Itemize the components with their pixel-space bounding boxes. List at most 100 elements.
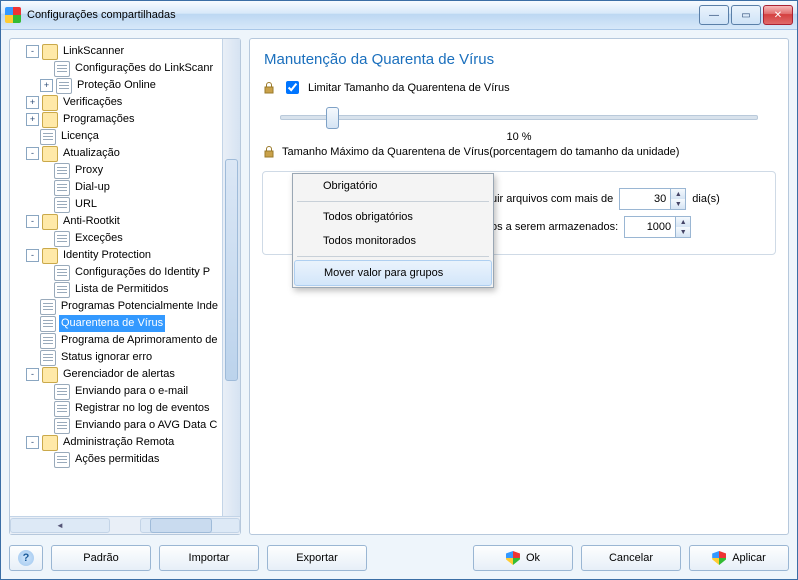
tree-item[interactable]: Configurações do Identity P (12, 264, 222, 281)
import-button[interactable]: Importar (159, 545, 259, 571)
scroll-left-button[interactable]: ◄ (10, 518, 110, 533)
tree-item[interactable]: Enviando para o AVG Data C (12, 417, 222, 434)
menu-item-all-mandatory[interactable]: Todos obrigatórios (293, 205, 493, 229)
help-button[interactable]: ? (9, 545, 43, 571)
menu-item-move-value[interactable]: Mover valor para grupos (294, 260, 492, 286)
tree-item-label: Identity Protection (61, 247, 153, 264)
tree-item[interactable]: Dial-up (12, 179, 222, 196)
page-icon (54, 197, 70, 213)
shield-icon (506, 551, 520, 565)
close-button[interactable]: ✕ (763, 5, 793, 25)
tree-item[interactable]: -Gerenciador de alertas (12, 366, 222, 383)
tree-item-label: Registrar no log de eventos (73, 400, 212, 417)
tree-horizontal-scrollbar[interactable]: ◄ ► (10, 516, 240, 534)
content-panel: Manutenção da Quarenta de Vírus Limitar … (249, 38, 789, 535)
tree-item-label: Programa de Aprimoramento de (59, 332, 220, 349)
expand-icon[interactable]: + (26, 113, 39, 126)
tree-item[interactable]: Exceções (12, 230, 222, 247)
page-icon (40, 299, 56, 315)
tree-item-label: Quarentena de Vírus (59, 315, 165, 332)
apply-button[interactable]: Aplicar (689, 545, 789, 571)
collapse-icon[interactable]: - (26, 368, 39, 381)
max-files-spinner[interactable]: ▲▼ (624, 216, 691, 238)
folder-icon (42, 146, 58, 162)
expand-icon[interactable]: + (26, 96, 39, 109)
lock-icon[interactable] (262, 81, 276, 95)
page-icon (54, 452, 70, 468)
spin-up-icon[interactable]: ▲ (676, 217, 690, 227)
expand-icon[interactable]: + (40, 79, 53, 92)
tree-spacer (40, 63, 51, 74)
export-button[interactable]: Exportar (267, 545, 367, 571)
tree-spacer (40, 420, 51, 431)
tree-item[interactable]: Ações permitidas (12, 451, 222, 468)
collapse-icon[interactable]: - (26, 45, 39, 58)
tree-item[interactable]: Programa de Aprimoramento de (12, 332, 222, 349)
page-icon (54, 282, 70, 298)
tree-item[interactable]: Registrar no log de eventos (12, 400, 222, 417)
tree-item-label: Dial-up (73, 179, 112, 196)
lock-icon[interactable] (262, 145, 276, 159)
tree-spacer (40, 386, 51, 397)
tree-spacer (26, 301, 37, 312)
tree-item[interactable]: URL (12, 196, 222, 213)
spin-up-icon[interactable]: ▲ (671, 189, 685, 199)
tree-item[interactable]: -Atualização (12, 145, 222, 162)
tree-item[interactable]: Status ignorar erro (12, 349, 222, 366)
days-spinner[interactable]: ▲▼ (619, 188, 686, 210)
context-menu[interactable]: Obrigatório Todos obrigatórios Todos mon… (292, 173, 494, 288)
menu-item-all-monitored[interactable]: Todos monitorados (293, 229, 493, 253)
nav-tree[interactable]: -LinkScannerConfigurações do LinkScanr+P… (10, 39, 222, 516)
collapse-icon[interactable]: - (26, 215, 39, 228)
tree-item[interactable]: Programas Potencialmente Inde (12, 298, 222, 315)
tree-item[interactable]: Proxy (12, 162, 222, 179)
default-button[interactable]: Padrão (51, 545, 151, 571)
titlebar[interactable]: Configurações compartilhadas — ▭ ✕ (1, 1, 797, 30)
shield-icon (712, 551, 726, 565)
tree-item[interactable]: Lista de Permitidos (12, 281, 222, 298)
tree-item[interactable]: - Identity Protection (12, 247, 222, 264)
folder-icon (42, 367, 58, 383)
minimize-button[interactable]: — (699, 5, 729, 25)
max-files-input[interactable] (625, 221, 675, 233)
tree-item-label: LinkScanner (61, 43, 126, 60)
tree-item-label: Licença (59, 128, 101, 145)
size-slider[interactable] (280, 105, 758, 129)
tree-item[interactable]: - LinkScanner (12, 43, 222, 60)
ok-button[interactable]: Ok (473, 545, 573, 571)
page-icon (54, 401, 70, 417)
spin-down-icon[interactable]: ▼ (671, 199, 685, 209)
tree-item[interactable]: Licença (12, 128, 222, 145)
tree-item[interactable]: -Anti-Rootkit (12, 213, 222, 230)
tree-item[interactable]: +Proteção Online (12, 77, 222, 94)
tree-spacer (26, 318, 37, 329)
collapse-icon[interactable]: - (26, 249, 39, 262)
maximize-button[interactable]: ▭ (731, 5, 761, 25)
menu-item-mandatory[interactable]: Obrigatório (293, 174, 493, 198)
days-input[interactable] (620, 193, 670, 205)
tree-spacer (40, 403, 51, 414)
collapse-icon[interactable]: - (26, 147, 39, 160)
tree-item[interactable]: -Administração Remota (12, 434, 222, 451)
page-icon (40, 129, 56, 145)
limit-size-checkbox[interactable] (286, 81, 299, 94)
spin-down-icon[interactable]: ▼ (676, 227, 690, 237)
days-unit: dia(s) (692, 193, 720, 205)
folder-icon (42, 44, 58, 60)
tree-item[interactable]: Enviando para o e-mail (12, 383, 222, 400)
tree-item[interactable]: Configurações do LinkScanr (12, 60, 222, 77)
window: Configurações compartilhadas — ▭ ✕ - Link… (0, 0, 798, 580)
collapse-icon[interactable]: - (26, 436, 39, 449)
tree-item[interactable]: +Verificações (12, 94, 222, 111)
window-title: Configurações compartilhadas (27, 9, 699, 21)
tree-item[interactable]: Quarentena de Vírus (12, 315, 222, 332)
menu-separator (297, 201, 489, 202)
app-icon (5, 7, 21, 23)
tree-item-label: Programações (61, 111, 137, 128)
cancel-button[interactable]: Cancelar (581, 545, 681, 571)
page-icon (40, 350, 56, 366)
tree-item-label: Enviando para o e-mail (73, 383, 190, 400)
tree-item[interactable]: + Programações (12, 111, 222, 128)
tree-vertical-scrollbar[interactable] (222, 39, 240, 516)
tree-item-label: Configurações do Identity P (73, 264, 212, 281)
